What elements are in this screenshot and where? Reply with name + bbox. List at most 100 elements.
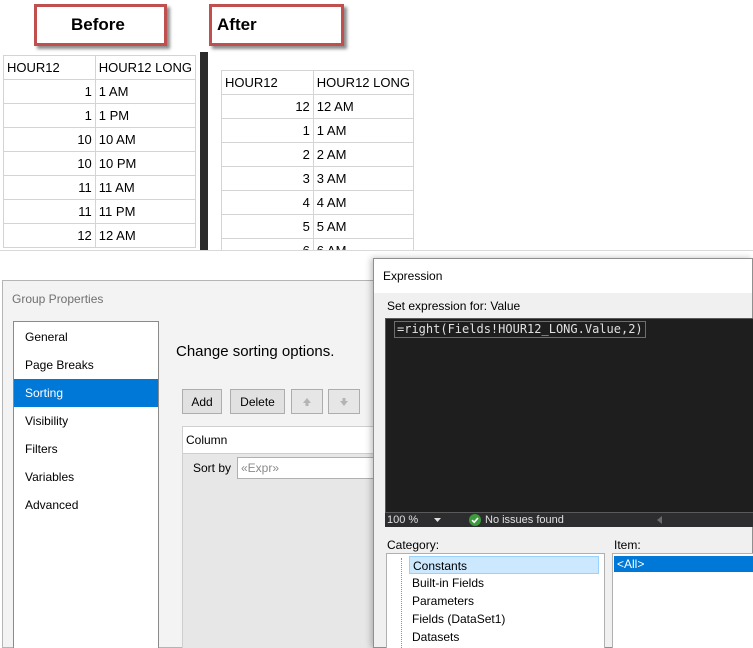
hour12-long-cell: 11 PM [94, 199, 197, 224]
hour12-long-cell: 11 AM [94, 175, 197, 200]
hour12-long-cell: 10 AM [94, 127, 197, 152]
item-list: <All> [612, 553, 753, 648]
group-properties-dialog: Group Properties General Page Breaks Sorti… [2, 280, 383, 648]
before-table: HOUR12 HOUR12 LONG 1 1 AM 1 1 PM 10 10 AM 10 10 P… [3, 55, 197, 248]
hour12-long-cell: 4 AM [312, 190, 415, 215]
table-row: 11 AM [221, 118, 415, 143]
hour12-cell: 12 [221, 94, 314, 119]
nav-item-visibility[interactable]: Visibility [14, 407, 158, 435]
hour12-long-cell: 12 AM [94, 223, 197, 248]
category-item[interactable]: Datasets [409, 628, 599, 646]
hour12-cell: 11 [3, 175, 96, 200]
table-row: 11 AM [3, 79, 197, 104]
nav-item-page-breaks[interactable]: Page Breaks [14, 351, 158, 379]
table-row: 10 10 AM [3, 127, 197, 152]
hour12-cell: 12 [3, 223, 96, 248]
group-properties-title: Group Properties [12, 292, 104, 306]
zoom-dropdown[interactable]: 100 % [387, 513, 445, 527]
set-expression-label: Set expression for: Value [387, 299, 521, 313]
hour12-long-cell: 1 AM [94, 79, 197, 104]
hour12-long-cell: 1 PM [94, 103, 197, 128]
column-header: HOUR12 [221, 70, 314, 95]
category-tree: Constants Built-in Fields Parameters Fields… [386, 553, 605, 648]
nav-item-filters[interactable]: Filters [14, 435, 158, 463]
after-table: HOUR12 HOUR12 LONG 12 12 AM 1 1 AM 2 2 AM 3 3 AM 4… [221, 70, 415, 263]
status-text: No issues found [485, 514, 564, 526]
category-label: Category: [387, 538, 440, 552]
sort-row: Sort by «Expr» [183, 454, 383, 484]
before-label: Before [71, 15, 125, 34]
expression-title: Expression [383, 269, 443, 283]
delete-button[interactable]: Delete [230, 389, 285, 414]
hour12-long-cell: 3 AM [312, 166, 415, 191]
table-row: 11 PM [3, 103, 197, 128]
category-item[interactable]: Built-in Fields [409, 574, 599, 592]
table-row: 12 12 AM [221, 94, 415, 119]
sorting-heading: Change sorting options. [176, 343, 335, 360]
tree-line [401, 558, 402, 648]
table-row: 11 11 PM [3, 199, 197, 224]
hour12-cell: 1 [3, 79, 96, 104]
table-row: 12 12 AM [3, 223, 197, 248]
column-header: HOUR12 [3, 55, 96, 80]
nav-item-advanced[interactable]: Advanced [14, 491, 158, 519]
hour12-long-cell: 10 PM [94, 151, 197, 176]
hour12-long-cell: 2 AM [312, 142, 415, 167]
hour12-cell: 10 [3, 151, 96, 176]
item-entry[interactable]: <All> [614, 556, 753, 572]
table-row: 44 AM [221, 190, 415, 215]
category-item[interactable]: Constants [409, 556, 599, 574]
expression-editor[interactable]: =right(Fields!HOUR12_LONG.Value,2) [385, 318, 753, 513]
expression-titlebar: Expression [374, 259, 752, 293]
table-header-row: HOUR12 HOUR12 LONG [221, 70, 415, 95]
category-item[interactable]: Parameters [409, 592, 599, 610]
hour12-cell: 11 [3, 199, 96, 224]
item-label: Item: [614, 538, 641, 552]
hour12-cell: 3 [221, 166, 314, 191]
check-circle-icon [469, 514, 481, 526]
hour12-cell: 2 [221, 142, 314, 167]
table-row: 11 11 AM [3, 175, 197, 200]
sort-grid-header: Column [183, 427, 381, 454]
table-row: 33 AM [221, 166, 415, 191]
nav-item-variables[interactable]: Variables [14, 463, 158, 491]
table-row: 10 10 PM [3, 151, 197, 176]
group-properties-titlebar: Group Properties [3, 281, 381, 317]
divider-bar [200, 52, 208, 262]
sort-grid: Column Sort by «Expr» [182, 426, 383, 648]
move-up-button[interactable] [291, 389, 323, 414]
zoom-value: 100 % [387, 514, 419, 526]
hour12-cell: 10 [3, 127, 96, 152]
hour12-long-cell: 5 AM [312, 214, 415, 239]
add-button[interactable]: Add [182, 389, 222, 414]
arrow-down-icon [340, 397, 348, 406]
column-header: HOUR12 LONG [94, 55, 197, 80]
category-item[interactable]: Fields (DataSet1) [409, 610, 599, 628]
nav-item-sorting[interactable]: Sorting [14, 379, 158, 407]
move-down-button[interactable] [328, 389, 360, 414]
sort-by-input[interactable]: «Expr» [237, 457, 383, 479]
nav-item-general[interactable]: General [14, 323, 158, 351]
table-row: 55 AM [221, 214, 415, 239]
arrow-up-icon [303, 397, 311, 406]
column-header: HOUR12 LONG [312, 70, 415, 95]
scroll-left-icon[interactable] [657, 516, 662, 524]
expression-code: =right(Fields!HOUR12_LONG.Value,2) [394, 321, 646, 338]
column-header: Column [186, 433, 228, 447]
nav-panel: General Page Breaks Sorting Visibility Filte… [13, 321, 159, 648]
expression-dialog: Expression Set expression for: Value =ri… [373, 258, 753, 648]
hour12-cell: 4 [221, 190, 314, 215]
after-label: After [217, 15, 257, 34]
editor-status-bar: 100 % No issues found [385, 513, 753, 527]
hour12-long-cell: 12 AM [312, 94, 415, 119]
table-header-row: HOUR12 HOUR12 LONG [3, 55, 197, 80]
sort-by-label: Sort by [193, 461, 232, 475]
hour12-cell: 1 [221, 118, 314, 143]
table-row: 22 AM [221, 142, 415, 167]
hour12-cell: 1 [3, 103, 96, 128]
hour12-cell: 5 [221, 214, 314, 239]
after-callout: After [209, 4, 344, 46]
hour12-long-cell: 1 AM [312, 118, 415, 143]
before-callout: Before [34, 4, 167, 46]
chevron-down-icon [434, 518, 441, 522]
